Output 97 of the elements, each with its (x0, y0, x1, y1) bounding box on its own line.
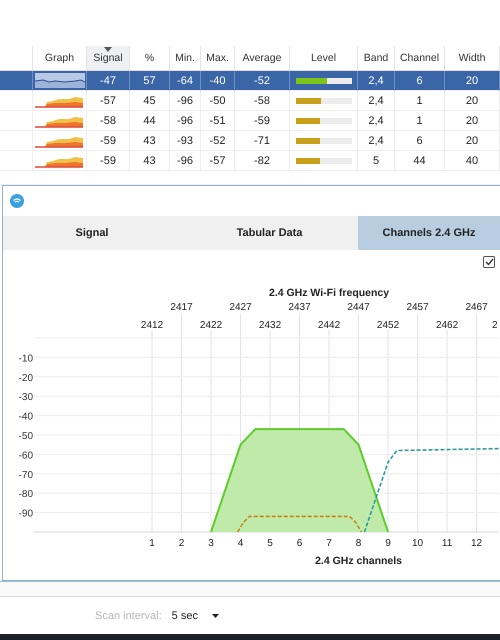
tab[interactable]: Channels 2.4 GHz (358, 216, 500, 250)
frequency-label: 2462 (436, 320, 458, 331)
x-axis-label: 9 (385, 538, 391, 549)
table-cell: -52 (235, 71, 290, 91)
frequency-label: 2417 (170, 302, 193, 313)
table-cell: -47 (87, 71, 130, 91)
tab[interactable]: Signal (3, 216, 181, 250)
table-cell: 2,4 (358, 91, 395, 111)
frequency-label: 2447 (347, 302, 370, 313)
y-tick-label: -60 (18, 450, 33, 462)
table-cell: -96 (170, 111, 201, 131)
table-cell: -57 (201, 151, 235, 171)
table-cell: -58 (87, 111, 130, 131)
frequency-label: 2432 (258, 320, 282, 331)
table-cell: 45 (130, 91, 170, 111)
column-header[interactable]: Max. (201, 46, 235, 71)
signal-graph (34, 73, 84, 88)
table-cell: -51 (201, 111, 235, 131)
x-axis-label: 12 (471, 538, 482, 549)
table-cell: 20 (445, 131, 500, 151)
table-cell: -96 (170, 91, 201, 111)
table-cell: -93 (170, 131, 201, 151)
x-axis-label: 1 (149, 538, 155, 549)
frequency-label: 2412 (140, 320, 164, 331)
caret-icon (212, 614, 219, 618)
column-header[interactable]: Average (235, 46, 290, 71)
table-cell: 2,4 (358, 111, 395, 131)
column-header[interactable]: Min. (170, 46, 201, 71)
x-axis-label: 4 (238, 538, 244, 549)
column-header[interactable]: Graph (33, 46, 87, 71)
table-cell: 43 (130, 151, 170, 171)
y-tick-label: -80 (18, 489, 33, 500)
x-axis-label: 11 (442, 538, 452, 549)
column-header[interactable]: Channel (395, 46, 445, 71)
x-axis-label: 10 (412, 538, 424, 549)
table-cell: -82 (235, 151, 290, 171)
y-tick-label: -90 (18, 508, 33, 520)
column-header[interactable]: Signal (87, 46, 130, 71)
table-cell: 20 (445, 71, 500, 91)
frequency-label: 2452 (376, 320, 400, 331)
x-axis-label: 2 (178, 538, 184, 549)
chart-title: 2.4 GHz Wi-Fi frequency (269, 287, 390, 299)
table-cell: 1 (395, 111, 445, 131)
table-cell: 5 (358, 151, 395, 171)
wifi-icon (10, 194, 24, 208)
y-tick-label: -40 (18, 412, 33, 423)
y-tick-label: -10 (18, 353, 33, 364)
frequency-label: 2422 (200, 320, 222, 331)
axis-title: 2.4 GHz channels (315, 555, 402, 567)
table-cell: 6 (395, 71, 445, 91)
table-cell: -59 (235, 111, 290, 131)
x-axis-label: 5 (267, 538, 273, 549)
table-cell: 20 (445, 91, 500, 111)
table-cell: 2,4 (358, 71, 395, 91)
table-cell: -59 (87, 151, 130, 171)
table-cell: 44 (395, 151, 445, 171)
frequency-label: 2467 (465, 302, 488, 313)
table-cell: 57 (130, 71, 170, 91)
checkbox[interactable] (483, 256, 495, 268)
frequency-label: 2427 (229, 302, 252, 313)
table-cell: 20 (445, 111, 500, 131)
table-cell: -64 (170, 71, 201, 91)
table-cell[interactable] (0, 71, 33, 91)
y-tick-label: -50 (18, 431, 33, 442)
table-cell: -40 (201, 71, 235, 91)
x-axis-label: 8 (356, 538, 362, 549)
y-tick-label: -70 (18, 470, 33, 481)
tab[interactable]: Tabular Data (181, 216, 358, 250)
table-cell: -71 (235, 131, 290, 151)
column-header[interactable]: Width (445, 46, 500, 71)
x-axis-label: 3 (208, 538, 214, 549)
frequency-label: 2457 (406, 302, 429, 313)
frequency-label: 2 (492, 320, 498, 331)
table-cell: -50 (201, 91, 235, 111)
table-cell: 40 (445, 151, 500, 171)
column-header[interactable]: % (130, 46, 170, 71)
table-cell: 1 (395, 91, 445, 111)
frequency-label: 2437 (288, 302, 311, 313)
table-cell: -57 (87, 91, 130, 111)
x-axis-label: 6 (296, 538, 302, 549)
table-cell: -58 (235, 91, 290, 111)
table-cell: -52 (201, 131, 235, 151)
table-cell: 2,4 (358, 131, 395, 151)
column-header[interactable]: Level (290, 46, 358, 71)
sort-caret-icon (104, 47, 112, 52)
scan-interval-dropdown[interactable]: 5 sec (172, 610, 219, 622)
y-tick-label: -30 (18, 392, 33, 404)
column-header[interactable]: Band (358, 46, 395, 71)
x-axis-label: 7 (326, 538, 332, 549)
scan-interval-label: Scan interval: (95, 610, 162, 622)
table-cell: -96 (170, 151, 201, 171)
frequency-label: 2442 (318, 320, 340, 331)
table-cell: 43 (130, 131, 170, 151)
table-cell: 44 (130, 111, 170, 131)
y-tick-label: -20 (18, 372, 33, 384)
table-cell: 6 (395, 131, 445, 151)
table-cell: -59 (87, 131, 130, 151)
